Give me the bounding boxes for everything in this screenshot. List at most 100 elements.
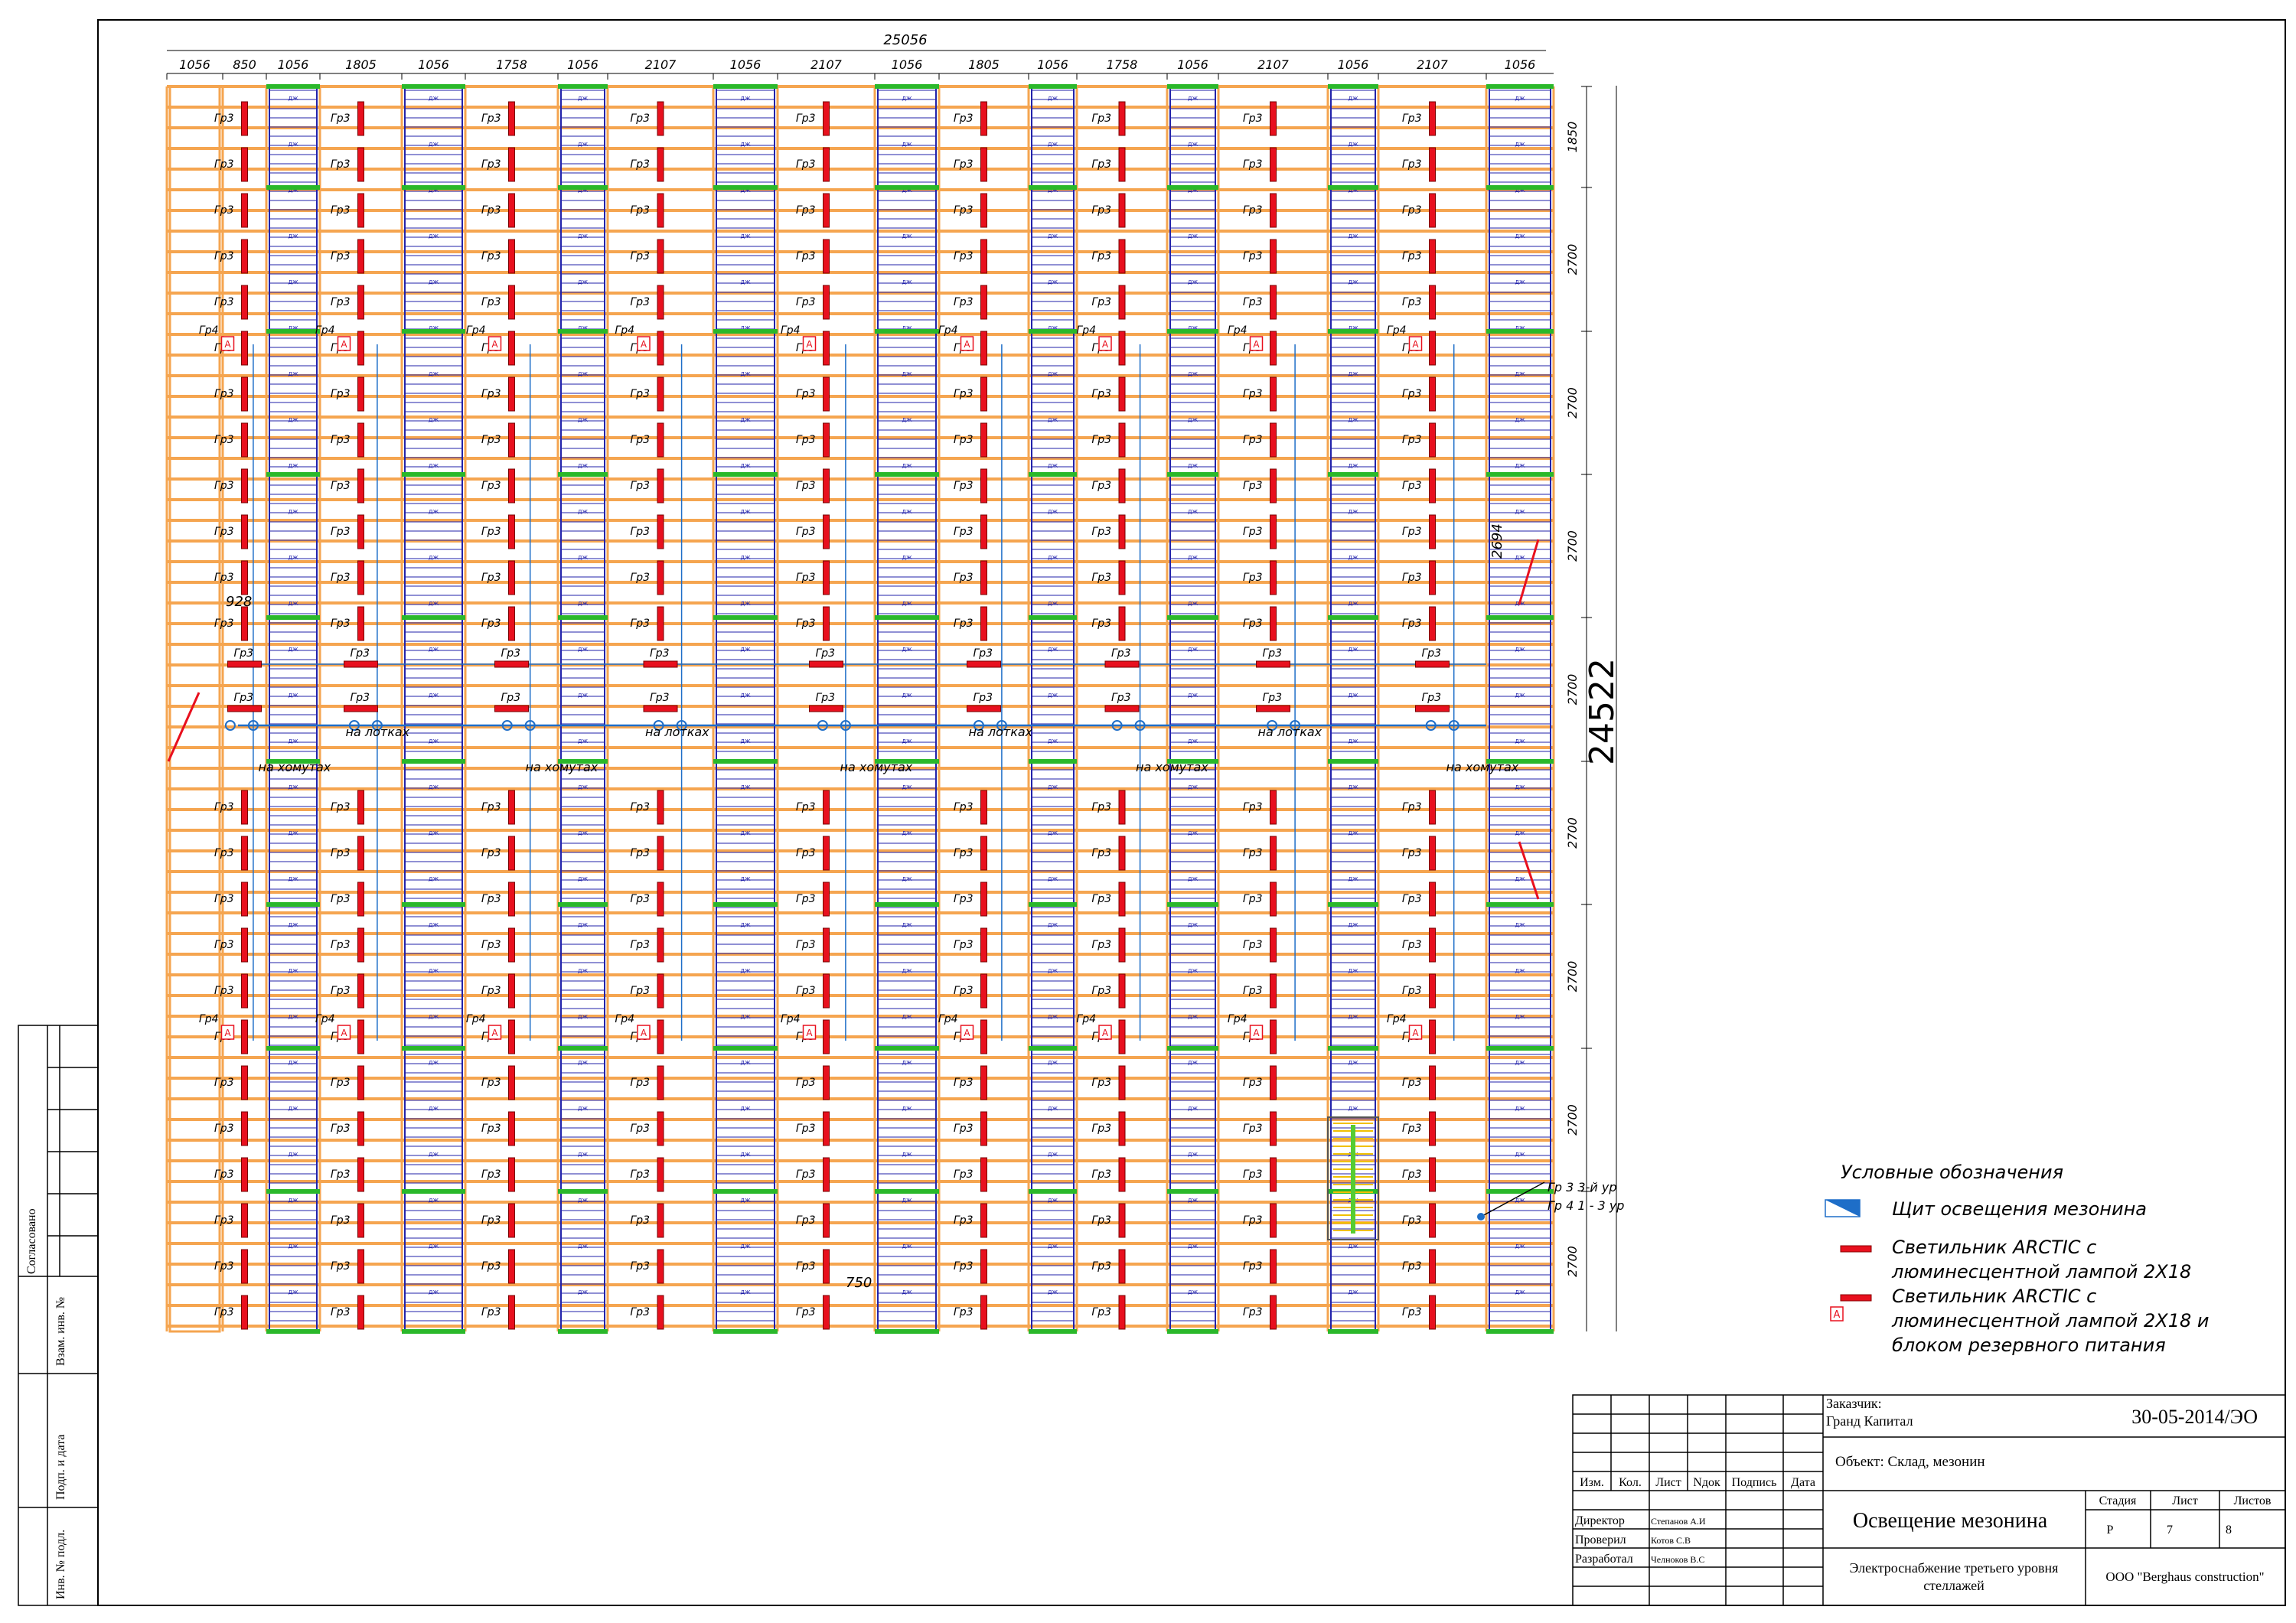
column-dimension: 1056 xyxy=(567,57,598,72)
stage-label: Стадия xyxy=(2099,1494,2137,1507)
group-label: Гр3 xyxy=(796,618,816,630)
post-beam xyxy=(1167,84,1218,89)
rack-cell-label: ДЖ xyxy=(429,601,439,607)
post-beam xyxy=(266,615,320,620)
post-beam xyxy=(266,1329,320,1334)
role-checked: Проверил xyxy=(1575,1533,1626,1546)
fixture xyxy=(508,514,515,549)
fixture xyxy=(823,1157,830,1192)
fixture xyxy=(823,1203,830,1238)
fixture xyxy=(980,331,987,366)
group-label: Гр3 xyxy=(1402,158,1422,171)
fixture xyxy=(508,101,515,136)
group-label: Гр3 xyxy=(331,526,351,538)
fixture xyxy=(508,1019,515,1054)
group-label: Гр3 xyxy=(954,480,974,492)
rack-cell-label: ДЖ xyxy=(1048,876,1058,882)
rack-cell-label: ДЖ xyxy=(288,784,298,790)
rack-cell-label: ДЖ xyxy=(1188,784,1198,790)
col-kol: Кол. xyxy=(1619,1476,1642,1489)
fixture xyxy=(823,514,830,549)
fixture xyxy=(241,973,248,1009)
fixture xyxy=(1270,927,1277,963)
row-dimension: 2700 xyxy=(1565,530,1580,562)
fixture xyxy=(823,882,830,917)
rack-cell-label: ДЖ xyxy=(578,830,588,836)
rack-cell-label: ДЖ xyxy=(1348,279,1358,285)
post-beam xyxy=(875,84,939,89)
fixture xyxy=(823,606,830,641)
group-label: Гр3 xyxy=(1091,1260,1111,1273)
group-label: Гр3 xyxy=(1402,1214,1422,1227)
rack-cell-label: ДЖ xyxy=(578,1198,588,1204)
post-beam xyxy=(402,472,465,477)
rack-cell-label: ДЖ xyxy=(902,601,912,607)
post-beam xyxy=(1328,759,1378,764)
group-label: Гр3 xyxy=(1091,250,1111,262)
group-label: Гр3 xyxy=(954,158,974,171)
rack-cell-label: ДЖ xyxy=(1348,233,1358,240)
group-label: Гр3 xyxy=(331,1260,351,1273)
rack-cell-label: ДЖ xyxy=(740,555,750,561)
rack-cell-label: ДЖ xyxy=(1348,784,1358,790)
rack-cell-label: ДЖ xyxy=(288,1289,298,1295)
rack-cell-label: ДЖ xyxy=(902,968,912,974)
group-label: Гр3 xyxy=(234,692,254,704)
rack-cell-label: ДЖ xyxy=(740,922,750,928)
customer-name: Гранд Капитал xyxy=(1826,1413,1913,1429)
column-dimension: 1056 xyxy=(179,57,210,72)
fixture xyxy=(241,147,248,182)
rack-cell-label: ДЖ xyxy=(578,96,588,102)
group-label: Гр3 xyxy=(1243,893,1263,905)
group-label: Гр3 xyxy=(331,939,351,951)
group-label: Гр3 xyxy=(954,893,974,905)
fixture xyxy=(980,147,987,182)
rack-cell-label: ДЖ xyxy=(902,784,912,790)
group-label: Гр3 xyxy=(214,847,234,859)
route-label-clamps: на хомутах xyxy=(1446,760,1519,774)
row-dimension: 2700 xyxy=(1565,1104,1580,1136)
rack-cell-label: ДЖ xyxy=(1515,968,1525,974)
fixture xyxy=(1118,1111,1126,1146)
col-date: Дата xyxy=(1791,1476,1815,1489)
rack-cell-label: ДЖ xyxy=(1515,830,1525,836)
group-label: Гр3 xyxy=(214,112,234,125)
group-label-gr4: Гр4 xyxy=(781,1013,801,1025)
row-dimension: 1850 xyxy=(1565,122,1580,153)
group-label: Гр3 xyxy=(954,204,974,217)
post-beam xyxy=(266,185,320,190)
group-label: Гр3 xyxy=(630,480,650,492)
rack-cell-label: ДЖ xyxy=(740,876,750,882)
stamp-inv-original: Инв. № подл. xyxy=(54,1530,67,1599)
fixture xyxy=(357,376,364,412)
fixture xyxy=(241,1111,248,1146)
rack-cell-label: ДЖ xyxy=(1515,1060,1525,1066)
rack-cell-label: ДЖ xyxy=(1348,555,1358,561)
fixture xyxy=(357,1019,364,1054)
rack-cell-label: ДЖ xyxy=(1515,922,1525,928)
group-label: Гр3 xyxy=(481,1077,501,1089)
group-label: Гр3 xyxy=(214,388,234,400)
group-label: Гр3 xyxy=(1091,1123,1111,1135)
fixture xyxy=(1118,882,1126,917)
backup-mark: A xyxy=(491,1028,498,1038)
post-beam xyxy=(402,329,465,334)
fixture xyxy=(823,239,830,274)
rack-cell-label: ДЖ xyxy=(1515,876,1525,882)
rack-cell-label: ДЖ xyxy=(740,647,750,653)
fixture xyxy=(357,560,364,595)
group-label-gr4: Гр4 xyxy=(1228,324,1247,337)
fixture xyxy=(241,1295,248,1330)
post-beam xyxy=(558,329,608,334)
fixture xyxy=(1118,560,1126,595)
row-dimension: 2700 xyxy=(1565,244,1580,275)
fixture xyxy=(1429,927,1436,963)
rack-cell-label: ДЖ xyxy=(288,1060,298,1066)
group-label: Гр3 xyxy=(796,1077,816,1089)
group-label: Гр3 xyxy=(1243,158,1263,171)
backup-mark: A xyxy=(341,1028,347,1038)
rack-cell-label: ДЖ xyxy=(578,1152,588,1158)
group-label-gr4: Гр4 xyxy=(199,324,219,337)
rack-cell-label: ДЖ xyxy=(1188,1060,1198,1066)
fixture xyxy=(657,1065,664,1100)
